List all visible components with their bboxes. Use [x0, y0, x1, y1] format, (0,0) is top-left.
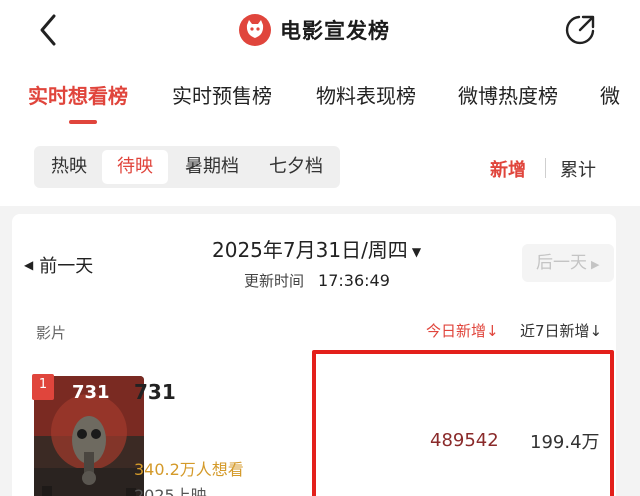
- top-bar: 电影宣发榜: [0, 0, 640, 62]
- segment-now-showing[interactable]: 热映: [38, 150, 100, 184]
- share-icon: [565, 15, 595, 45]
- release-info: 2025上映: [134, 486, 207, 496]
- tab-more-partial[interactable]: 微: [600, 80, 620, 109]
- poster-title: 731: [72, 382, 110, 403]
- tab-weibo-heat[interactable]: 微博热度榜: [458, 80, 558, 109]
- toggle-new[interactable]: 新增: [490, 156, 526, 182]
- cat-logo-icon: [239, 14, 271, 46]
- tab-material-performance[interactable]: 物料表现榜: [316, 80, 416, 109]
- segment-qixi[interactable]: 七夕档: [256, 150, 336, 184]
- column-header-film: 影片: [36, 324, 67, 342]
- next-day-button[interactable]: 后一天 ▶: [522, 244, 614, 282]
- triangle-right-icon: ▶: [591, 258, 600, 271]
- column-header-today[interactable]: 今日新增↓: [426, 320, 499, 341]
- ranking-card: ◀ 前一天 2025年7月31日/周四 ▼ 更新时间 17:36:49 后一天 ▶ 影…: [12, 214, 616, 496]
- filter-bar: 热映 待映 暑期档 七夕档 新增 累计: [0, 124, 640, 206]
- chevron-left-icon: [40, 14, 56, 46]
- rank-badge: 1: [32, 374, 54, 400]
- next-day-label: 后一天: [536, 253, 587, 273]
- page-header: 电影宣发榜: [238, 12, 390, 48]
- date-selector[interactable]: 2025年7月31日/周四 ▼: [212, 234, 421, 263]
- prev-day-label: 前一天: [39, 256, 94, 277]
- toggle-total[interactable]: 累计: [560, 156, 596, 182]
- segment-summer[interactable]: 暑期档: [170, 150, 254, 184]
- date-label: 2025年7月31日/周四: [212, 238, 408, 262]
- update-time-label: 更新时间: [244, 272, 305, 290]
- page-title: 电影宣发榜: [280, 19, 390, 43]
- triangle-left-icon: ◀: [24, 258, 34, 272]
- caret-down-icon: ▼: [411, 244, 422, 259]
- toggle-divider: [545, 158, 546, 178]
- update-time: 更新时间 17:36:49: [244, 270, 390, 291]
- tab-realtime-wish[interactable]: 实时想看榜: [28, 80, 128, 109]
- week-new-value: 199.4万: [530, 432, 600, 453]
- update-time-value: 17:36:49: [318, 271, 390, 290]
- wish-count: 340.2万人想看: [134, 460, 244, 479]
- movie-title[interactable]: 731: [134, 380, 176, 404]
- ranking-tabs: 实时想看榜 实时预售榜 物料表现榜 微博热度榜 微: [0, 62, 640, 124]
- today-new-value: 489542: [430, 430, 499, 451]
- back-button[interactable]: [32, 10, 66, 50]
- tab-realtime-presale[interactable]: 实时预售榜: [172, 80, 272, 109]
- column-header-week[interactable]: 近7日新增↓: [520, 320, 602, 341]
- release-status-segment: 热映 待映 暑期档 七夕档: [34, 146, 340, 188]
- segment-upcoming[interactable]: 待映: [102, 150, 168, 184]
- share-button[interactable]: [562, 12, 598, 48]
- prev-day-button[interactable]: ◀ 前一天: [24, 252, 93, 278]
